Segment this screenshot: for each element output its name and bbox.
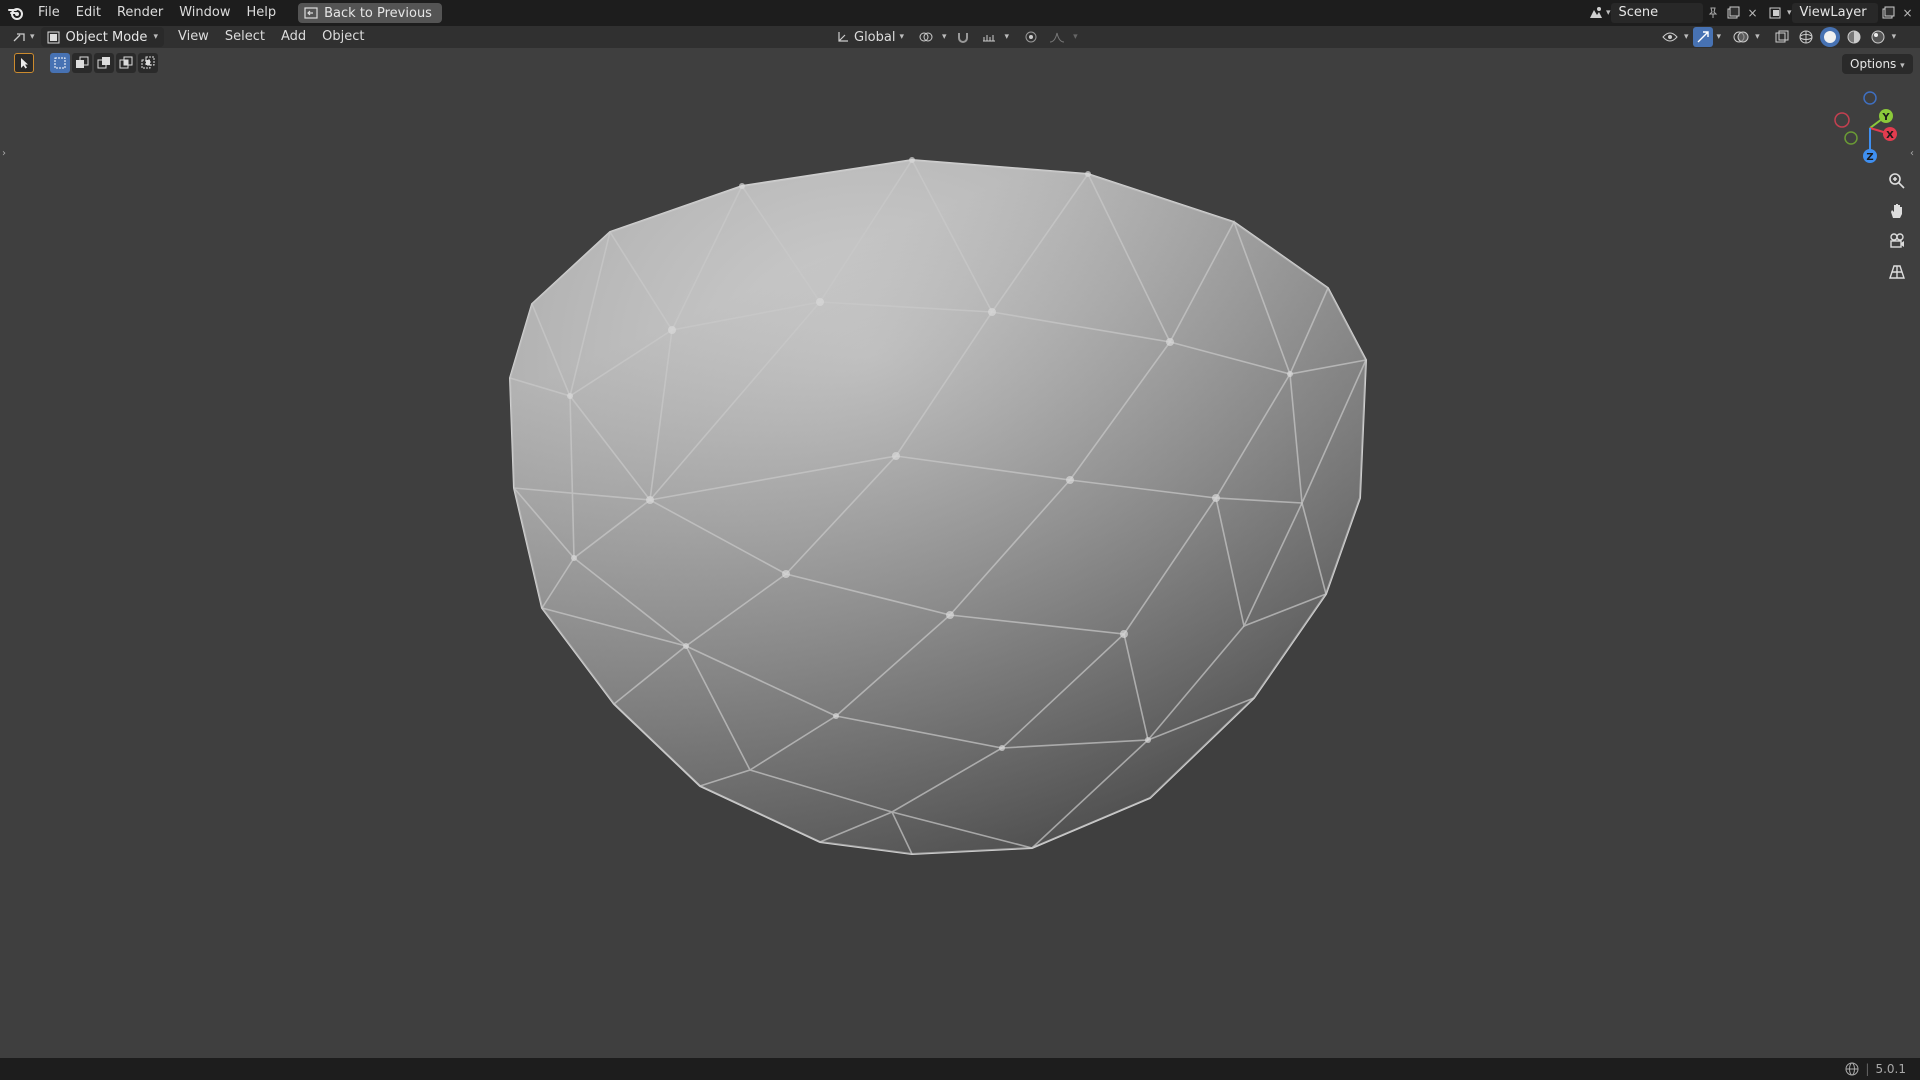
snap-magnet-icon[interactable] [953,27,973,47]
menu-edit[interactable]: Edit [68,0,109,26]
editor-type-icon[interactable] [10,27,30,47]
chevron-down-icon: ▾ [899,32,905,42]
menu-window[interactable]: Window [171,0,238,26]
shading-dropdown-arrow[interactable]: ▾ [1892,32,1897,42]
transform-orientation-dropdown[interactable]: Global ▾ [836,30,904,45]
pin-icon[interactable] [1703,3,1723,23]
blender-logo-icon[interactable] [8,5,24,21]
icosphere-mesh[interactable] [0,48,1920,1058]
transform-orientation-label: Global [854,29,896,45]
visibility-dropdown-arrow[interactable]: ▾ [1684,32,1689,42]
sidebar-expand-arrow[interactable]: ‹ [1910,148,1914,159]
gizmo-neg-y-icon [1844,131,1858,145]
proportional-editing-icon[interactable] [1021,27,1041,47]
gizmo-neg-x-icon [1834,112,1850,128]
status-bar: | 5.0.1 [0,1058,1920,1080]
menu-render[interactable]: Render [109,0,171,26]
scene-name-field[interactable]: Scene [1610,3,1703,23]
perspective-toggle-icon[interactable] [1884,258,1910,284]
back-to-previous-button[interactable]: Back to Previous [298,3,442,23]
navigation-gizmo[interactable]: Y X Z [1826,86,1910,170]
snap-increment-icon[interactable] [979,27,999,47]
viewlayer-icon[interactable] [1767,3,1787,23]
viewport-display-tools: ▾ ▾ ▾ ▾ [1660,26,1896,48]
pivot-dropdown-arrow[interactable]: ▾ [942,32,947,42]
menu-help[interactable]: Help [239,0,285,26]
gizmo-neg-z-icon [1863,91,1877,105]
viewport-header: ▾ Object Mode ▾ View Select Add Object G… [0,26,1920,48]
rendered-shading-icon[interactable] [1868,27,1888,47]
orientation-axes-icon [838,32,848,42]
scene-selector: ▾ Scene × [1586,3,1763,23]
falloff-dropdown-arrow[interactable]: ▾ [1073,32,1078,42]
show-gizmo-icon[interactable] [1692,27,1713,47]
menu-select[interactable]: Select [217,26,273,48]
pan-hand-icon[interactable] [1884,198,1910,224]
object-mode-icon [47,31,60,43]
wireframe-shading-icon[interactable] [1796,27,1816,47]
menu-file[interactable]: File [30,0,68,26]
object-mode-dropdown[interactable]: Object Mode ▾ [40,27,164,47]
gizmo-dropdown-arrow[interactable]: ▾ [1717,32,1722,42]
new-scene-icon[interactable] [1723,3,1743,23]
new-viewlayer-icon[interactable] [1878,3,1898,23]
3d-viewport[interactable]: › ‹ [0,48,1920,1058]
snap-dropdown-arrow[interactable]: ▾ [1005,32,1010,42]
delete-scene-icon[interactable]: × [1743,3,1763,23]
viewlayer-selector: ▾ ViewLayer × [1767,3,1918,23]
falloff-curve-icon[interactable] [1047,27,1067,47]
status-separator: | [1865,1062,1870,1076]
chevron-down-icon: ▾ [153,32,158,42]
top-bar: File Edit Render Window Help Back to Pre… [0,0,1920,26]
editor-type-dropdown-arrow[interactable]: ▾ [30,32,35,42]
visibility-eye-icon[interactable] [1660,27,1680,47]
viewlayer-dropdown-arrow[interactable]: ▾ [1787,8,1792,18]
zoom-view-icon[interactable] [1884,168,1910,194]
viewlayer-name-field[interactable]: ViewLayer [1791,3,1878,23]
delete-viewlayer-icon[interactable]: × [1898,3,1918,23]
camera-view-icon[interactable] [1884,228,1910,254]
overlays-dropdown-arrow[interactable]: ▾ [1755,32,1760,42]
gizmo-z-label: Z [1866,152,1873,163]
menu-object[interactable]: Object [314,26,372,48]
material-preview-shading-icon[interactable] [1844,27,1864,47]
toolbar-expand-arrow[interactable]: › [2,148,6,159]
pivot-point-icon[interactable] [916,27,936,47]
menu-add[interactable]: Add [273,26,314,48]
gizmo-y-label: Y [1881,112,1890,123]
gizmo-x-label: X [1886,130,1894,141]
overlays-icon[interactable] [1731,27,1751,47]
transform-tools: Global ▾ ▾ ▾ ▾ [836,26,1078,48]
solid-shading-icon[interactable] [1819,27,1840,47]
scene-icon[interactable] [1586,3,1606,23]
blender-version: 5.0.1 [1875,1062,1906,1076]
object-mode-label: Object Mode [65,29,148,45]
back-to-previous-label: Back to Previous [324,5,432,21]
menu-view[interactable]: View [170,26,217,48]
xray-toggle-icon[interactable] [1772,27,1792,47]
scene-dropdown-arrow[interactable]: ▾ [1606,8,1611,18]
screen-back-icon [304,7,318,19]
network-globe-icon[interactable] [1845,1062,1859,1076]
